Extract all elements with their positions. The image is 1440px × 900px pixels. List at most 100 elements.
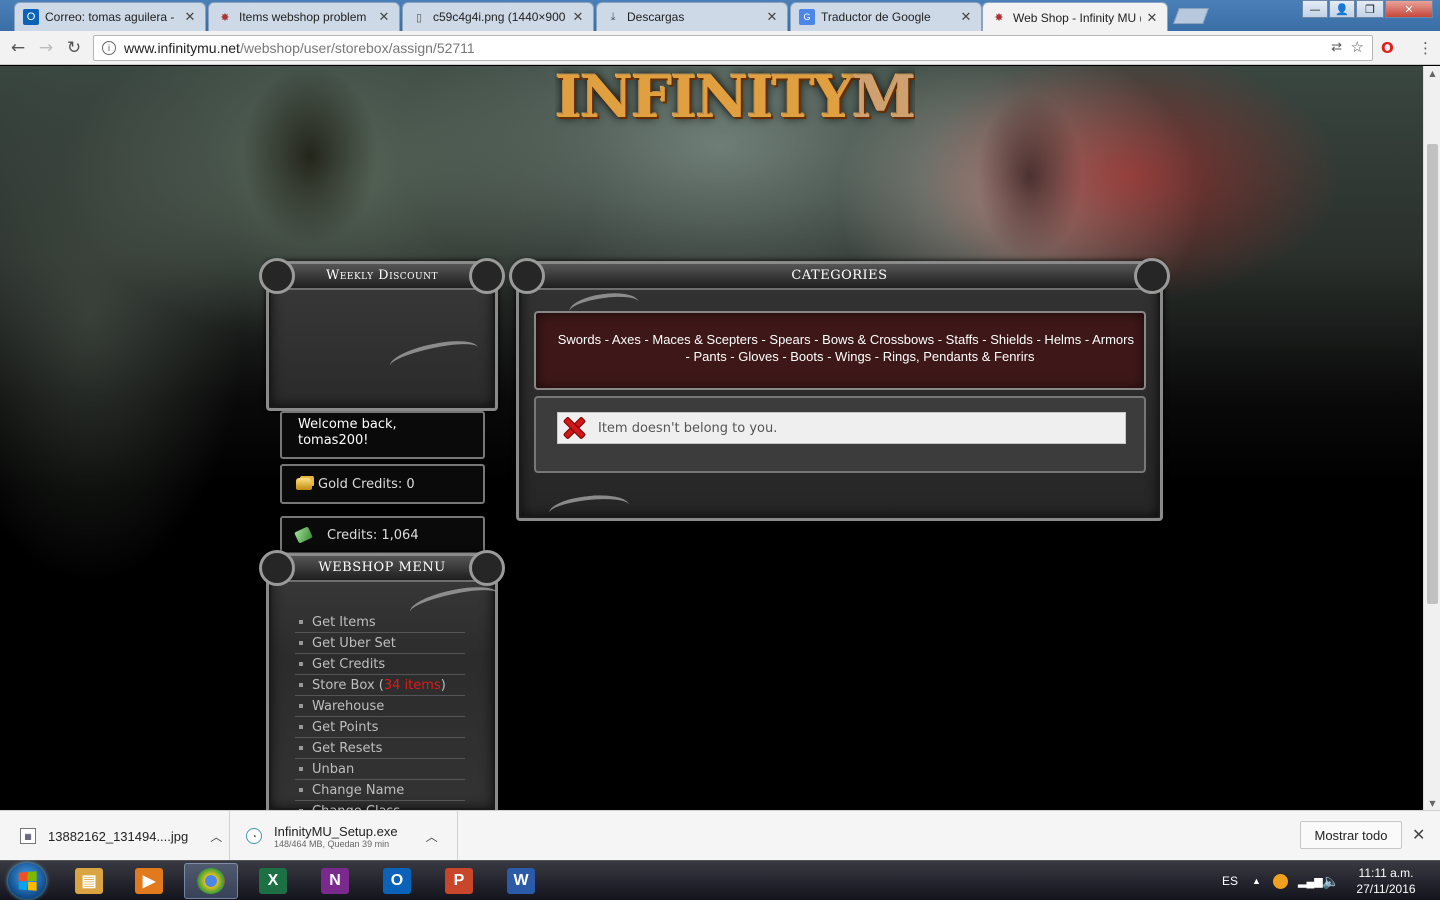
taskbar-media-player[interactable]: ▶	[122, 863, 176, 899]
taskbar-outlook[interactable]: O	[370, 863, 424, 899]
bullet-icon	[299, 746, 303, 750]
scroll-thumb[interactable]	[1427, 144, 1438, 604]
page-scrollbar[interactable]: ▲ ▼	[1423, 66, 1440, 810]
menu-item-get-items[interactable]: Get Items	[295, 612, 465, 633]
tray-expand-icon[interactable]: ▲	[1252, 861, 1261, 900]
menu-item-warehouse[interactable]: Warehouse	[295, 696, 465, 717]
menu-item-store-box[interactable]: Store Box (34 items)	[295, 675, 465, 696]
menu-item-unban[interactable]: Unban	[295, 759, 465, 780]
categories-line-1[interactable]: Swords - Axes - Maces & Scepters - Spear…	[546, 331, 1134, 348]
taskbar-powerpoint[interactable]: P	[432, 863, 486, 899]
chevron-up-icon[interactable]: ︿	[210, 828, 222, 845]
word-icon: W	[507, 868, 535, 894]
taskbar-word[interactable]: W	[494, 863, 548, 899]
browser-toolbar: ← → ↻ i www.infinitymu.net/webshop/user/…	[0, 31, 1440, 65]
menu-item-get-credits[interactable]: Get Credits	[295, 654, 465, 675]
browser-tab-strip: O Correo: tomas aguilera - ✕ ✸ Items web…	[0, 0, 1440, 32]
tab-label: Traductor de Google	[821, 10, 931, 24]
menu-dots-icon[interactable]: ⋮	[1418, 39, 1433, 57]
tab-label: Correo: tomas aguilera -	[45, 10, 175, 24]
tab-close-icon[interactable]: ✕	[1145, 10, 1159, 26]
star-icon[interactable]: ☆	[1351, 38, 1364, 56]
tab-close-icon[interactable]: ✕	[765, 9, 779, 25]
excel-icon: X	[259, 868, 287, 894]
windows-taskbar: ▤ ▶ ● X N O P W ES ▲ ▂▄▆ 🔈 11:11 a.m. 27…	[0, 860, 1440, 900]
categories-links[interactable]: Swords - Axes - Maces & Scepters - Spear…	[534, 311, 1146, 390]
taskbar-chrome[interactable]: ●	[184, 863, 238, 899]
installer-icon: ◔	[246, 828, 262, 844]
user-button[interactable]: 👤	[1329, 0, 1355, 18]
tab-image[interactable]: ▯ c59c4g4i.png (1440×900 ✕	[402, 2, 594, 31]
weekly-discount-panel: Weekly Discount	[259, 258, 505, 411]
scroll-up-icon[interactable]: ▲	[1424, 66, 1440, 80]
image-file-icon: ▦	[20, 828, 36, 844]
webshop-menu-title: WEBSHOP MENU	[259, 550, 505, 586]
chevron-up-icon[interactable]: ︿	[426, 828, 438, 845]
opera-icon[interactable]: O	[1381, 39, 1394, 57]
tab-downloads[interactable]: ⤓ Descargas ✕	[596, 2, 788, 31]
bullet-icon	[299, 683, 303, 687]
tab-close-icon[interactable]: ✕	[183, 9, 197, 25]
gold-credits-box: Gold Credits: 0	[280, 464, 485, 504]
media-player-icon: ▶	[135, 868, 163, 894]
tray-app-icon[interactable]	[1273, 861, 1288, 900]
minimize-button[interactable]: —	[1302, 0, 1328, 18]
restore-icon: ❐	[1365, 2, 1375, 16]
taskbar-explorer[interactable]: ▤	[62, 863, 116, 899]
forward-button[interactable]: →	[35, 37, 57, 59]
tab-close-icon[interactable]: ✕	[571, 9, 585, 25]
tab-web-shop[interactable]: ✸ Web Shop - Infinity MU ( ✕	[982, 2, 1168, 32]
menu-item-get-uber-set[interactable]: Get Uber Set	[295, 633, 465, 654]
tab-close-icon[interactable]: ✕	[959, 9, 973, 25]
volume-icon[interactable]: 🔈	[1322, 861, 1339, 900]
powerpoint-icon: P	[445, 868, 473, 894]
info-icon[interactable]: i	[102, 41, 116, 55]
webshop-menu-list: Get Items Get Uber Set Get Credits Store…	[295, 612, 465, 822]
clock-time: 11:11 a.m.	[1358, 866, 1414, 880]
restore-button[interactable]: ❐	[1356, 0, 1384, 18]
menu-item-get-points[interactable]: Get Points	[295, 717, 465, 738]
translate-icon[interactable]: ⇄	[1331, 39, 1342, 55]
download-item-setup[interactable]: ◔ InfinityMU_Setup.exe 148/464 MB, Queda…	[230, 811, 458, 861]
language-indicator[interactable]: ES	[1222, 861, 1238, 900]
menu-item-change-name[interactable]: Change Name	[295, 780, 465, 801]
tab-items-webshop[interactable]: ✸ Items webshop problem ✕	[208, 2, 400, 31]
tab-close-icon[interactable]: ✕	[377, 9, 391, 25]
credits-box: Credits: 1,064	[280, 516, 485, 554]
download-name: InfinityMU_Setup.exe	[274, 823, 398, 839]
file-icon: ▯	[415, 11, 423, 24]
windows-logo-icon	[18, 871, 37, 891]
download-item-jpg[interactable]: ▦ 13882162_131494....jpg ︿	[0, 811, 230, 861]
error-notice: Item doesn't belong to you.	[557, 412, 1126, 444]
taskbar-onenote[interactable]: N	[308, 863, 362, 899]
bullet-icon	[299, 620, 303, 624]
address-bar[interactable]: i www.infinitymu.net/webshop/user/storeb…	[93, 35, 1373, 61]
network-icon[interactable]: ▂▄▆	[1298, 861, 1323, 900]
back-button[interactable]: ←	[7, 37, 29, 59]
bullet-icon	[299, 767, 303, 771]
start-button[interactable]	[8, 863, 46, 899]
taskbar-excel[interactable]: X	[246, 863, 300, 899]
scroll-down-icon[interactable]: ▼	[1424, 796, 1440, 810]
tab-outlook-mail[interactable]: O Correo: tomas aguilera - ✕	[14, 2, 206, 31]
google-translate-icon: G	[799, 9, 815, 25]
system-clock[interactable]: 11:11 a.m. 27/11/2016	[1340, 865, 1432, 897]
chrome-icon: ●	[197, 868, 225, 894]
download-icon: ⤓	[610, 10, 616, 23]
bullet-icon	[299, 641, 303, 645]
tab-label: Items webshop problem	[239, 10, 367, 24]
categories-line-2[interactable]: - Pants - Gloves - Boots - Wings - Rings…	[546, 348, 1134, 365]
reload-button[interactable]: ↻	[63, 37, 85, 59]
money-bill-icon	[294, 526, 313, 544]
close-window-button[interactable]: ✕	[1385, 0, 1433, 18]
tab-google-translate[interactable]: G Traductor de Google ✕	[790, 2, 982, 31]
outlook-icon: O	[23, 9, 39, 25]
infinitymu-logo[interactable]: INFINITYMU	[555, 66, 915, 138]
clock-date: 27/11/2016	[1356, 882, 1416, 896]
bullet-icon	[299, 704, 303, 708]
folder-icon: ▤	[75, 868, 103, 894]
menu-item-get-resets[interactable]: Get Resets	[295, 738, 465, 759]
new-tab-button[interactable]	[1173, 8, 1209, 24]
close-shelf-icon[interactable]: ✕	[1412, 825, 1425, 845]
show-all-downloads-button[interactable]: Mostrar todo	[1300, 821, 1402, 849]
